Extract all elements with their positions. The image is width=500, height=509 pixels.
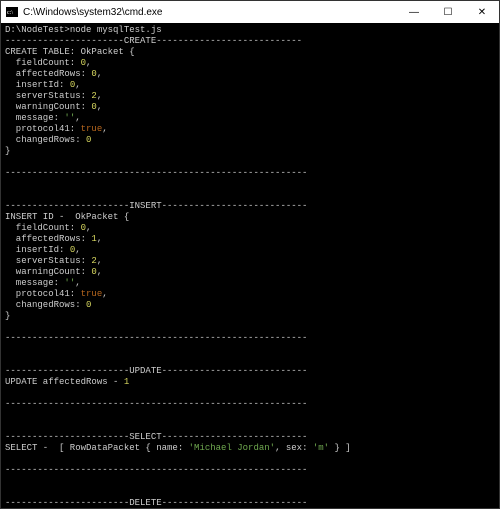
create-title: CREATE TABLE: OkPacket { [5, 47, 135, 57]
cmd-icon: c:\ [5, 5, 19, 19]
terminal-output[interactable]: D:\NodeTest>node mysqlTest.js ----------… [1, 23, 499, 508]
hr: ----------------------------------------… [5, 465, 307, 475]
select-row: SELECT - [ RowDataPacket { name: [5, 443, 189, 453]
hr: ----------------------------------------… [5, 168, 307, 178]
section-header-insert: -----------------------INSERT-----------… [5, 201, 307, 211]
window-title: C:\Windows\system32\cmd.exe [23, 7, 397, 18]
minimize-button[interactable]: — [397, 1, 431, 23]
cmd-window: c:\ C:\Windows\system32\cmd.exe — ☐ ✕ D:… [0, 0, 500, 509]
update-label: UPDATE affectedRows - [5, 377, 124, 387]
titlebar[interactable]: c:\ C:\Windows\system32\cmd.exe — ☐ ✕ [1, 1, 499, 23]
section-header-create: ----------------------CREATE------------… [5, 36, 302, 46]
insert-title: INSERT ID - OkPacket { [5, 212, 129, 222]
section-header-update: -----------------------UPDATE-----------… [5, 366, 307, 376]
section-header-select: -----------------------SELECT-----------… [5, 432, 307, 442]
hr: ----------------------------------------… [5, 333, 307, 343]
close-button[interactable]: ✕ [465, 1, 499, 23]
maximize-button[interactable]: ☐ [431, 1, 465, 23]
prompt-path: D:\NodeTest> [5, 25, 70, 35]
section-header-delete: -----------------------DELETE-----------… [5, 498, 307, 508]
prompt-command: node mysqlTest.js [70, 25, 162, 35]
svg-text:c:\: c:\ [7, 10, 13, 16]
hr: ----------------------------------------… [5, 399, 307, 409]
